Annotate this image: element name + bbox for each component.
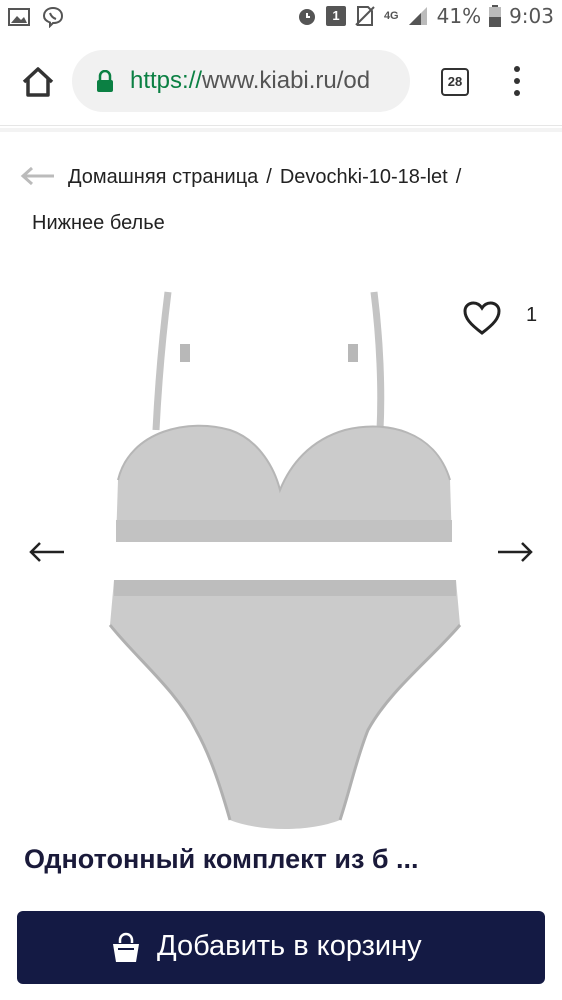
viber-icon [42, 6, 64, 28]
clock: 9:03 [509, 4, 554, 28]
breadcrumb-category-link[interactable]: Devochki-10-18-let [280, 166, 448, 188]
status-bar: 1 4G 41% 9:03 [0, 0, 562, 36]
previous-image-arrow-icon[interactable] [28, 540, 66, 564]
lock-icon [97, 70, 113, 92]
alarm-icon [298, 9, 315, 25]
signal-icon [408, 7, 427, 25]
product-title[interactable]: Однотонный комплект из б ... [24, 844, 419, 875]
no-sim-icon [355, 6, 375, 26]
breadcrumb-current[interactable]: Нижнее белье [32, 212, 165, 234]
url-host: www.kiabi.ru/od [202, 67, 371, 94]
product-gallery: 1 [0, 270, 562, 840]
browser-toolbar: https://www.kiabi.ru/od 28 [0, 36, 562, 126]
favorites-count: 1 [526, 304, 538, 326]
toolbar-divider [0, 128, 562, 132]
home-icon[interactable] [18, 62, 58, 102]
add-to-cart-label: Добавить в корзину [157, 930, 422, 962]
product-image [108, 291, 462, 829]
add-to-cart-button[interactable]: Добавить в корзину [17, 911, 545, 984]
battery-percent: 41% [436, 4, 482, 28]
battery-icon [489, 5, 502, 27]
url-text: https://www.kiabi.ru/od [130, 67, 400, 95]
back-arrow-icon[interactable] [20, 166, 56, 186]
breadcrumb-separator: / [266, 166, 272, 188]
next-image-arrow-icon[interactable] [496, 540, 534, 564]
tab-switcher-button[interactable]: 28 [441, 68, 469, 96]
status-left-icons [8, 6, 64, 28]
breadcrumb-separator: / [455, 166, 462, 188]
address-bar[interactable]: https://www.kiabi.ru/od [72, 50, 410, 112]
notification-badge: 1 [325, 6, 346, 26]
breadcrumb-home-link[interactable]: Домашняя страница [68, 166, 258, 188]
image-notification-icon [8, 8, 30, 26]
shopping-bag-icon [113, 932, 139, 962]
overflow-menu-icon[interactable] [512, 66, 522, 98]
status-right-icons: 1 4G 41% 9:03 [296, 4, 554, 28]
network-type: 4G [383, 10, 399, 22]
url-scheme: https:// [130, 67, 203, 94]
